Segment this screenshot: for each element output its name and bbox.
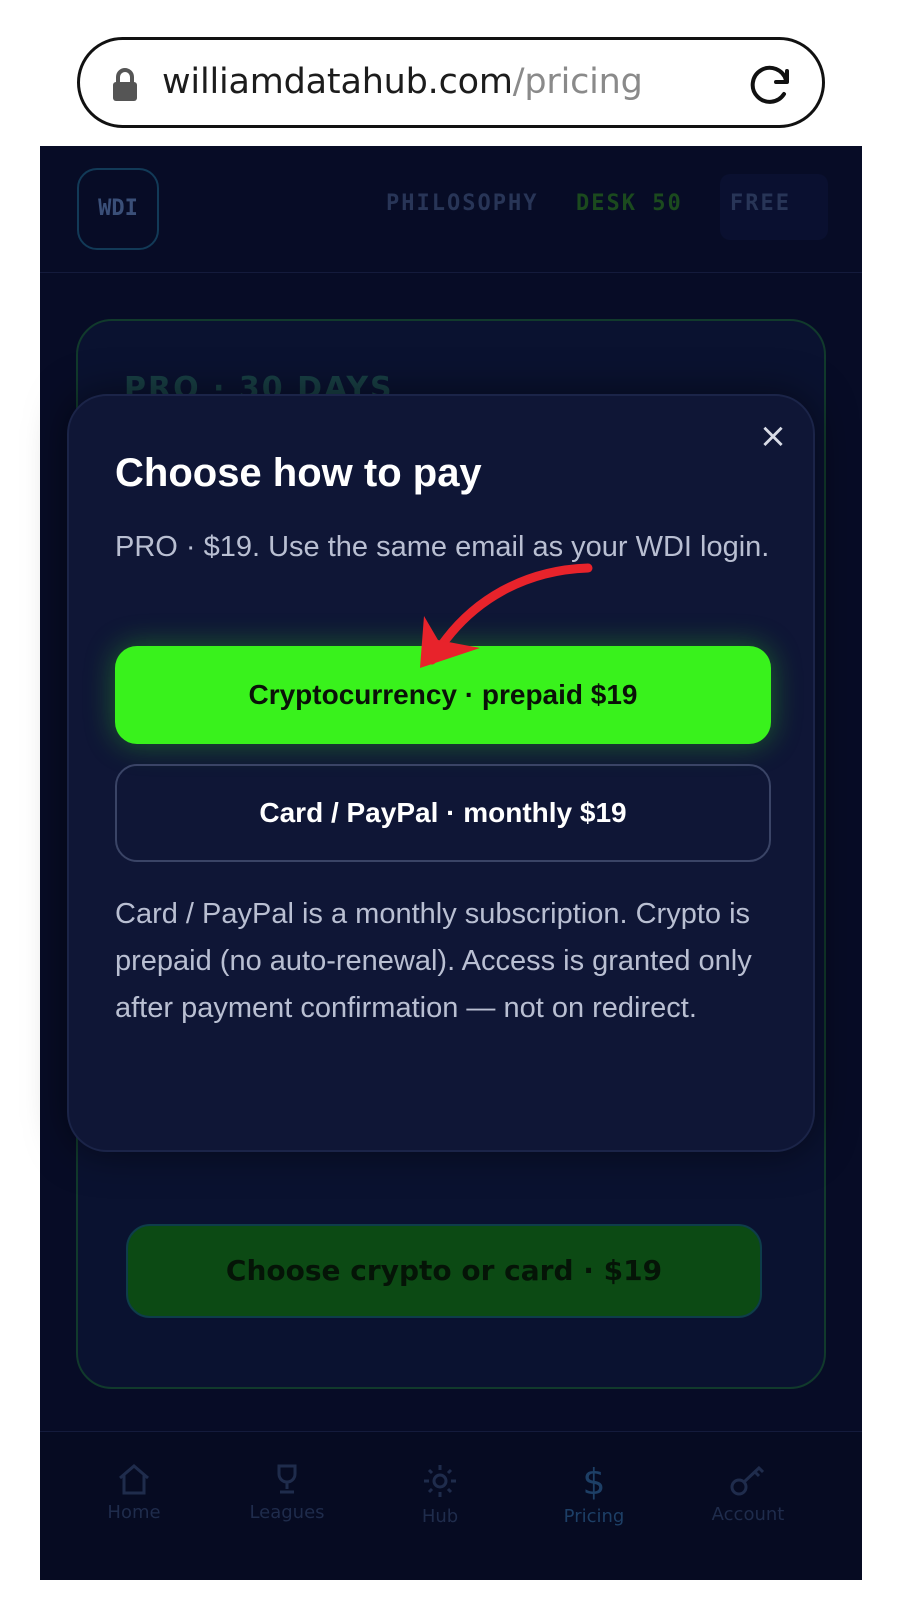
payment-note: Card / PayPal is a monthly subscription.… — [115, 898, 752, 1024]
url-domain: williamdatahub.com — [162, 62, 513, 102]
nav-link-free[interactable]: FREE — [730, 191, 791, 216]
card-paypal-button[interactable]: Card / PayPal · monthly $19 — [115, 764, 771, 862]
svg-text:$: $ — [583, 1462, 606, 1500]
modal-title: Choose how to pay — [115, 451, 482, 495]
tab-label: Leagues — [249, 1502, 325, 1523]
nav-link-philosophy[interactable]: PHILOSOPHY — [386, 191, 538, 216]
tab-label: Hub — [421, 1506, 459, 1527]
sun-icon — [424, 1465, 456, 1497]
annotation-arrow-icon — [420, 563, 593, 668]
tab-hub[interactable]: Hub — [370, 1462, 510, 1527]
tab-pricing[interactable]: $ Pricing — [524, 1462, 664, 1527]
logo[interactable]: WDI — [77, 168, 159, 250]
payment-modal: × Choose how to pay PRO · $19. Use the s… — [67, 394, 815, 1152]
url-text[interactable]: williamdatahub.com/pricing — [162, 40, 643, 125]
trophy-icon — [277, 1464, 297, 1494]
tab-label: Home — [107, 1502, 161, 1523]
lock-icon — [113, 68, 137, 101]
address-bar[interactable]: williamdatahub.com/pricing — [77, 37, 825, 128]
close-button[interactable]: × — [755, 418, 791, 454]
dollar-icon: $ — [583, 1462, 606, 1500]
choose-payment-button[interactable]: Choose crypto or card · $19 — [126, 1224, 762, 1318]
tab-home[interactable]: Home — [64, 1462, 204, 1523]
tab-account[interactable]: Account — [678, 1462, 818, 1525]
nav-link-desk50[interactable]: DESK 50 — [576, 191, 683, 216]
key-icon — [730, 1465, 765, 1496]
tab-label: Pricing — [563, 1506, 625, 1527]
url-path: /pricing — [512, 62, 643, 102]
home-icon — [119, 1464, 149, 1495]
tab-label: Account — [711, 1504, 785, 1525]
top-nav: WDI PHILOSOPHY DESK 50 FREE — [40, 146, 862, 273]
tab-leagues[interactable]: Leagues — [217, 1462, 357, 1523]
reload-icon[interactable] — [746, 60, 794, 108]
bottom-tab-bar: Home Leagues Hub $ Pricing Account — [40, 1431, 862, 1580]
